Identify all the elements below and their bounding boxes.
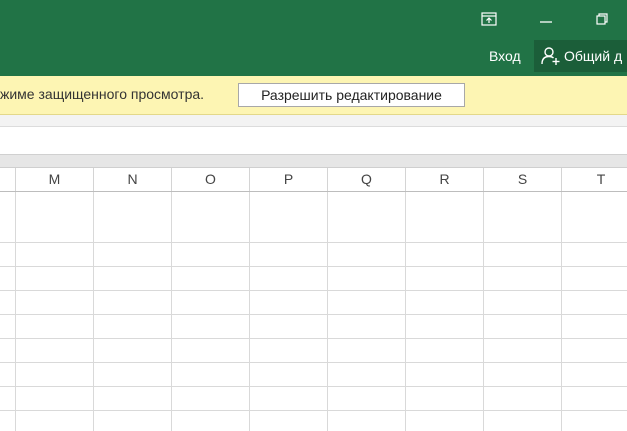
column-header-partial[interactable] — [0, 168, 16, 191]
person-add-icon — [541, 46, 561, 66]
grid-row-line — [0, 266, 627, 267]
grid-row-line — [0, 338, 627, 339]
column-header-r[interactable]: R — [406, 168, 484, 191]
protected-view-message: жиме защищенного просмотра. — [0, 86, 205, 102]
protected-view-bar: жиме защищенного просмотра. Разрешить ре… — [0, 76, 627, 115]
grid-column-line — [327, 192, 328, 431]
minimize-icon — [540, 13, 552, 25]
ribbon-display-options-icon — [481, 12, 497, 26]
restore-icon — [596, 13, 608, 25]
grid-column-line — [15, 192, 16, 431]
ribbon-display-options-button[interactable] — [474, 5, 504, 33]
column-header-s[interactable]: S — [484, 168, 562, 191]
column-header-q[interactable]: Q — [328, 168, 406, 191]
ribbon-strip — [0, 115, 627, 127]
cell-grid[interactable] — [0, 192, 627, 431]
minimize-button[interactable] — [531, 5, 561, 33]
restore-button[interactable] — [587, 5, 617, 33]
grid-row-line — [0, 410, 627, 411]
column-header-row: M N O P Q R S T — [0, 168, 627, 192]
enable-editing-button[interactable]: Разрешить редактирование — [238, 83, 465, 107]
formula-bar[interactable] — [0, 127, 627, 155]
grid-row-line — [0, 242, 627, 243]
column-header-o[interactable]: O — [172, 168, 250, 191]
sign-in-link[interactable]: Вход — [485, 44, 525, 68]
column-header-t[interactable]: T — [562, 168, 627, 191]
column-header-p[interactable]: P — [250, 168, 328, 191]
grid-column-line — [93, 192, 94, 431]
grid-column-line — [249, 192, 250, 431]
grid-row-line — [0, 362, 627, 363]
grid-row-line — [0, 314, 627, 315]
column-header-n[interactable]: N — [94, 168, 172, 191]
column-header-m[interactable]: M — [16, 168, 94, 191]
grid-column-line — [561, 192, 562, 431]
excel-window: Вход Общий д жиме защищенного просмотра.… — [0, 0, 627, 431]
share-label: Общий д — [564, 48, 623, 64]
grid-column-line — [483, 192, 484, 431]
grid-row-line — [0, 290, 627, 291]
title-bar: Вход Общий д — [0, 0, 627, 76]
sheet-separator — [0, 155, 627, 168]
share-button[interactable]: Общий д — [534, 40, 627, 72]
grid-column-line — [171, 192, 172, 431]
grid-row-line — [0, 386, 627, 387]
grid-column-line — [405, 192, 406, 431]
